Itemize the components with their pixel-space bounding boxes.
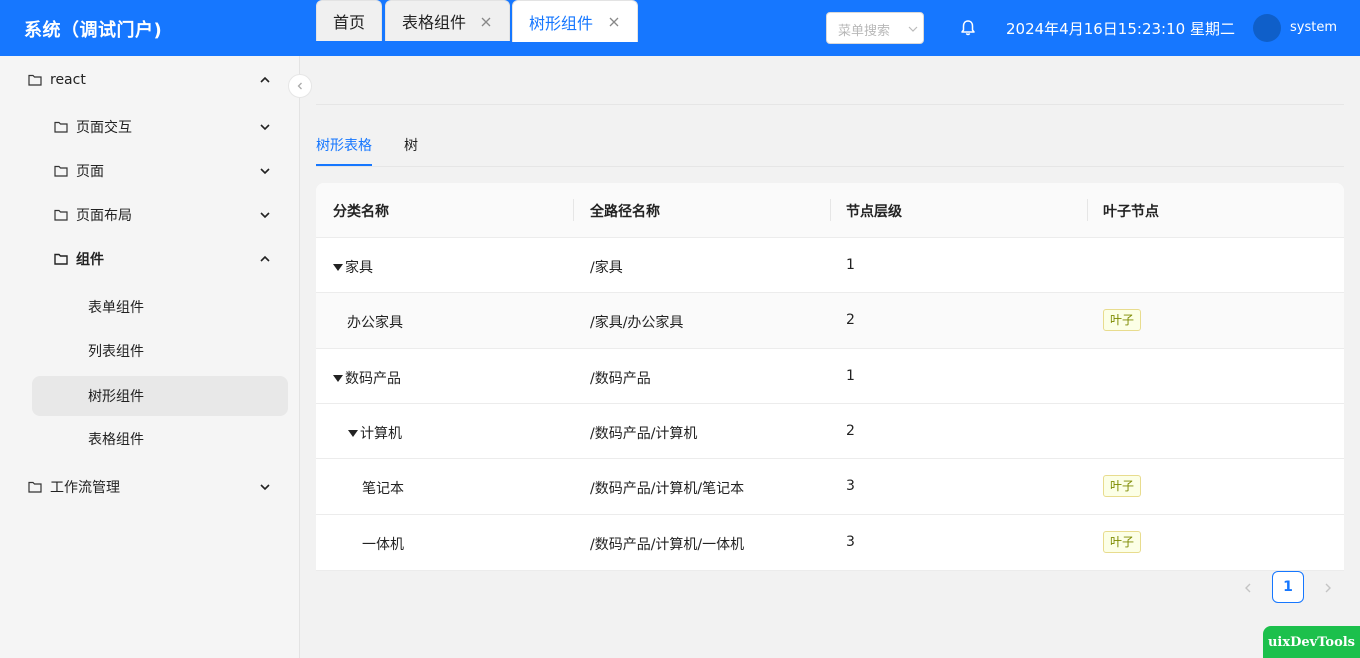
sidebar-item-label: 组件: [76, 252, 104, 268]
sidebar-item-page-interaction[interactable]: 页面交互: [54, 107, 288, 147]
sidebar-item-workflow[interactable]: 工作流管理: [28, 467, 288, 507]
avatar[interactable]: [1253, 14, 1281, 42]
sidebar-item-components[interactable]: 组件: [54, 239, 288, 279]
chevron-up-icon: [260, 255, 270, 262]
close-icon[interactable]: [481, 17, 491, 27]
folder-icon: [28, 74, 42, 86]
folder-icon: [28, 481, 42, 493]
chevron-down-icon: [260, 168, 270, 175]
bell-icon[interactable]: [959, 19, 977, 37]
full-path: /数码产品/计算机/笔记本: [590, 481, 745, 497]
sidebar-item-table-components[interactable]: 表格组件: [32, 419, 288, 459]
caret-down-icon[interactable]: [333, 264, 343, 271]
node-level: 1: [846, 368, 855, 384]
column-divider: [1087, 199, 1088, 221]
tree-node-name: 笔记本: [362, 481, 404, 497]
subtab-tree-table[interactable]: 树形表格: [316, 135, 372, 155]
table-row[interactable]: 家具 /家具 1: [316, 238, 1344, 293]
column-divider: [830, 199, 831, 221]
table-row[interactable]: 数码产品 /数码产品 1: [316, 349, 1344, 404]
sidebar-item-label: 页面布局: [76, 208, 132, 224]
folder-icon: [54, 165, 68, 177]
tree-node-name: 数码产品: [333, 368, 401, 388]
full-path: /数码产品: [590, 371, 651, 387]
folder-icon: [54, 209, 68, 221]
table-header: 分类名称 全路径名称 节点层级 叶子节点: [316, 183, 1344, 238]
chevron-left-icon: [297, 82, 302, 90]
node-level: 3: [846, 534, 855, 550]
node-level: 3: [846, 478, 855, 494]
subtab-active-indicator: [316, 164, 372, 166]
caret-down-icon[interactable]: [333, 375, 343, 382]
sidebar-item-label: 列表组件: [88, 344, 144, 360]
column-divider: [573, 199, 574, 221]
node-level: 1: [846, 257, 855, 273]
sidebar-item-form-components[interactable]: 表单组件: [32, 287, 288, 327]
current-datetime: 2024年4月16日15:23:10 星期二: [1006, 20, 1235, 38]
page-tabbar: [316, 64, 1344, 105]
column-header: 全路径名称: [590, 204, 660, 220]
leaf-tag: 叶子: [1103, 475, 1142, 497]
column-header: 分类名称: [333, 204, 389, 220]
tab-label: 首页: [333, 13, 366, 32]
tree-node-name: 一体机: [362, 537, 404, 553]
tab-label: 树形组件: [529, 13, 594, 33]
full-path: /家具: [590, 260, 623, 276]
sidebar-item-page[interactable]: 页面: [54, 151, 288, 191]
folder-icon: [54, 121, 68, 133]
leaf-tag: 叶子: [1103, 531, 1142, 553]
folder-icon: [54, 253, 68, 265]
column-header: 节点层级: [846, 204, 902, 220]
sidebar-item-tree-components[interactable]: 树形组件: [32, 376, 288, 416]
chevron-down-icon: [260, 124, 270, 131]
table-row[interactable]: 一体机 /数码产品/计算机/一体机 3 叶子: [316, 515, 1344, 571]
sidebar-item-label: 页面交互: [76, 120, 132, 136]
full-path: /家具/办公家具: [590, 315, 684, 331]
chevron-up-icon: [260, 76, 270, 83]
sidebar-item-list-components[interactable]: 列表组件: [32, 331, 288, 371]
sidebar-item-label: 页面: [76, 164, 104, 180]
tree-node-name: 家具: [333, 257, 373, 277]
pagination-next-icon[interactable]: [1320, 580, 1336, 596]
devtools-button[interactable]: uixDevTools: [1263, 626, 1360, 658]
full-path: /数码产品/计算机/一体机: [590, 537, 745, 553]
sidebar-item-react[interactable]: react: [28, 60, 288, 100]
tab-table-components[interactable]: 表格组件: [385, 0, 510, 41]
sidebar-item-label: 工作流管理: [50, 480, 120, 496]
table-row[interactable]: 办公家具 /家具/办公家具 2 叶子: [316, 293, 1344, 349]
full-path: /数码产品/计算机: [590, 426, 698, 442]
tree-table: 分类名称 全路径名称 节点层级 叶子节点 家具 /家具 1 办公家具 /家具/办…: [316, 183, 1344, 571]
pagination-prev-icon[interactable]: [1240, 580, 1256, 596]
username[interactable]: system: [1290, 20, 1337, 35]
table-row[interactable]: 计算机 /数码产品/计算机 2: [316, 404, 1344, 459]
menu-search-select[interactable]: 菜单搜索: [826, 12, 924, 44]
tab-home[interactable]: 首页: [316, 0, 382, 41]
caret-down-icon[interactable]: [348, 430, 358, 437]
chevron-down-icon: [908, 26, 918, 32]
sidebar-item-label: 表单组件: [88, 300, 144, 316]
tree-node-name: 办公家具: [347, 315, 403, 331]
chevron-down-icon: [260, 212, 270, 219]
leaf-tag: 叶子: [1103, 309, 1142, 331]
subtab-tree[interactable]: 树: [404, 135, 418, 155]
tree-node-name: 计算机: [348, 423, 402, 443]
node-level: 2: [846, 312, 855, 328]
column-header: 叶子节点: [1103, 204, 1159, 220]
node-level: 2: [846, 423, 855, 439]
sidebar-item-label: react: [50, 72, 86, 88]
sidebar-item-label: 表格组件: [88, 432, 144, 448]
sidebar-item-label: 树形组件: [88, 389, 144, 405]
app-header: 系统（调试门户) 菜单搜索 2024年4月16日15:23:10 星期二 sys…: [0, 0, 1360, 56]
app-title: 系统（调试门户): [24, 20, 163, 41]
pagination-page-button[interactable]: 1: [1272, 571, 1304, 603]
menu-search-placeholder: 菜单搜索: [838, 24, 891, 39]
tab-label: 表格组件: [402, 13, 467, 32]
table-row[interactable]: 笔记本 /数码产品/计算机/笔记本 3 叶子: [316, 459, 1344, 515]
tab-tree-components[interactable]: 树形组件: [512, 0, 638, 42]
sidebar-item-page-layout[interactable]: 页面布局: [54, 195, 288, 235]
close-icon[interactable]: [609, 17, 619, 27]
sidebar-collapse-button[interactable]: [288, 74, 312, 98]
chevron-down-icon: [260, 484, 270, 491]
sub-tabs: 树形表格 树: [316, 126, 1344, 167]
